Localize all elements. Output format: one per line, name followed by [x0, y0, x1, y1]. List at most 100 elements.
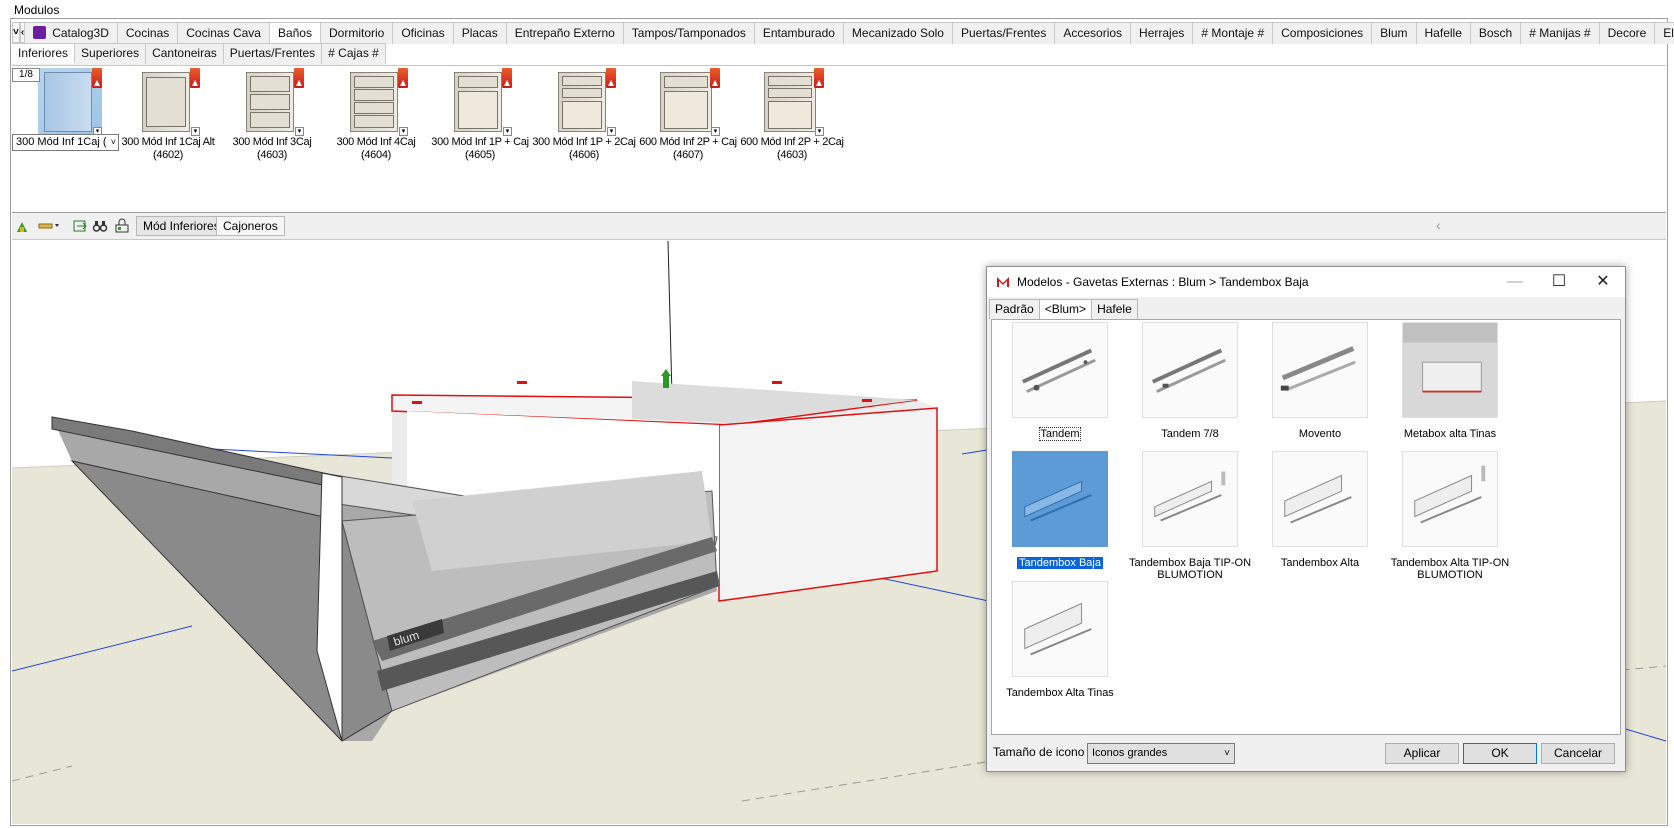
tab-catalog3d[interactable]: Catalog3D — [25, 22, 118, 44]
metabox-drawer-image — [1402, 322, 1498, 418]
list-item[interactable]: Tandem 7/8 — [1126, 322, 1254, 440]
module-thumbnail[interactable]: ▾ 300 Mód Inf 1P + Caj (4605) — [428, 68, 532, 162]
brand-flag-icon — [502, 68, 512, 88]
module-preview-image: ▾ — [448, 68, 512, 136]
catalog-cube-icon — [33, 26, 47, 39]
cancel-button[interactable]: Cancelar — [1541, 743, 1615, 764]
tab-composiciones[interactable]: Composiciones — [1273, 22, 1373, 44]
drawer-runner-image — [1142, 322, 1238, 418]
minimize-button[interactable]: — — [1493, 267, 1537, 297]
export-icon[interactable] — [72, 218, 88, 234]
tab-padrao[interactable]: Padrão — [989, 299, 1040, 319]
chevron-left-icon[interactable]: ‹ — [1436, 217, 1441, 233]
tab-accesorios[interactable]: Accesorios — [1055, 22, 1132, 44]
tabs-menu-button[interactable]: ˅ — [12, 22, 20, 43]
tandembox-image — [1012, 451, 1108, 547]
dialog-title: Modelos - Gavetas Externas : Blum > Tand… — [1017, 275, 1309, 289]
module-preview-image: ▾ — [656, 68, 720, 136]
brand-flag-icon — [606, 68, 616, 88]
module-preview-image: ▾ — [760, 68, 824, 136]
tab-placas[interactable]: Placas — [453, 22, 507, 44]
subtab-puertas-frentes[interactable]: Puertas/Frentes — [223, 43, 323, 64]
chevron-down-icon: ˅ — [110, 137, 116, 147]
app-logo-icon — [997, 277, 1009, 287]
dialog-titlebar: Modelos - Gavetas Externas : Blum > Tand… — [987, 267, 1625, 297]
insert-module-icon[interactable] — [14, 218, 30, 234]
module-label: 300 Mód Inf 3Caj (4603) — [232, 136, 312, 161]
download-icon[interactable]: ▾ — [711, 127, 720, 136]
icon-size-label: Tamaño de icono — [993, 745, 1085, 759]
module-thumbnail[interactable]: ▾ 300 Mód Inf 3Caj (4603) — [220, 68, 324, 162]
module-preview-image: ▾ — [552, 68, 616, 136]
download-icon[interactable]: ▾ — [191, 127, 200, 136]
subtab-cajas[interactable]: # Cajas # — [322, 43, 386, 64]
category-tabbar: Inferiores Superiores Cantoneiras Puerta… — [12, 43, 386, 65]
close-button[interactable]: ✕ — [1581, 267, 1625, 297]
subtab-cantoneiras[interactable]: Cantoneiras — [146, 43, 224, 64]
module-thumbnail[interactable]: ▾ 600 Mód Inf 2P + Caj (4607) — [636, 68, 740, 162]
tab-montaje[interactable]: # Montaje # — [1193, 22, 1274, 44]
module-thumbnail[interactable]: ▾ 300 Mód Inf 1Caj Alt (4602) — [116, 68, 220, 162]
module-thumbnail[interactable]: ▾ 300 Mód Inf 4Caj (4604) — [324, 68, 428, 162]
tab-decore[interactable]: Decore — [1599, 22, 1656, 44]
tab-hafelle[interactable]: Hafelle — [1416, 22, 1471, 44]
list-item[interactable]: Tandem — [996, 322, 1124, 441]
module-label: 600 Mód Inf 2P + 2Caj (4603) — [740, 136, 844, 161]
download-icon[interactable]: ▾ — [815, 127, 824, 136]
models-dialog: Modelos - Gavetas Externas : Blum > Tand… — [986, 266, 1626, 772]
module-select[interactable]: 300 Mód Inf 1Caj (˅ — [12, 134, 119, 151]
list-item[interactable]: Tandembox Baja — [996, 451, 1124, 569]
download-icon[interactable]: ▾ — [503, 127, 512, 136]
list-item[interactable]: Movento — [1256, 322, 1384, 440]
download-icon[interactable]: ▾ — [295, 127, 304, 136]
tab-mecanizado-solo[interactable]: Mecanizado Solo — [843, 22, 953, 44]
maximize-button[interactable]: ☐ — [1537, 267, 1581, 297]
measure-dropdown-icon[interactable] — [38, 218, 62, 234]
tab-mod-inferiores[interactable]: Mód Inferiores — [136, 216, 227, 236]
ok-button[interactable]: OK — [1463, 743, 1537, 764]
lock-module-icon[interactable] — [114, 218, 130, 234]
tab-bosch[interactable]: Bosch — [1470, 22, 1522, 44]
list-item[interactable]: Tandembox Alta — [1256, 451, 1384, 569]
brand-flag-icon — [814, 68, 824, 88]
tab-cocinas[interactable]: Cocinas — [117, 22, 179, 44]
module-label: 300 Mód Inf 1Caj Alt (4602) — [121, 136, 215, 161]
apply-button[interactable]: Aplicar — [1385, 743, 1459, 764]
brand-flag-icon — [398, 68, 408, 88]
subtab-superiores[interactable]: Superiores — [75, 43, 147, 64]
module-preview-image: ▾ — [344, 68, 408, 136]
download-icon[interactable]: ▾ — [399, 127, 408, 136]
dialog-tabbar: Padrão <Blum> Hafele — [989, 299, 1138, 320]
download-icon[interactable]: ▾ — [607, 127, 616, 136]
library-tabbar: ˅ ‹ Catalog3D Cocinas Cocinas Cava Baños… — [12, 22, 1674, 44]
tab-cajoneros[interactable]: Cajoneros — [216, 216, 285, 236]
module-thumbnail[interactable]: ▾ 600 Mód Inf 2P + 2Caj (4603) — [740, 68, 844, 162]
tab-oficinas[interactable]: Oficinas — [393, 22, 454, 44]
list-item[interactable]: Tandembox Alta Tinas — [996, 581, 1124, 699]
tab-blum[interactable]: Blum — [1372, 22, 1417, 44]
tab-blum[interactable]: <Blum> — [1038, 299, 1093, 320]
viewport-toolbar: Mód Inferiores Cajoneros ‹ — [12, 213, 1666, 240]
binoculars-icon[interactable] — [92, 218, 108, 234]
tab-manijas[interactable]: # Manijas # — [1521, 22, 1600, 44]
module-label: 300 Mód Inf 4Caj (4604) — [336, 136, 416, 161]
tab-herrajes[interactable]: Herrajes — [1131, 22, 1194, 44]
list-item[interactable]: Tandembox Alta TIP-ON BLUMOTION — [1386, 451, 1514, 581]
module-label: 300 Mód Inf 1P + Caj (4605) — [431, 136, 529, 161]
module-thumbnail[interactable]: ▾ 300 Mód Inf 1P + 2Caj (4606) — [532, 68, 636, 162]
icon-size-select[interactable]: Iconos grandes ˅ — [1087, 743, 1235, 764]
tab-electrolux[interactable]: Electrolux — [1655, 22, 1674, 44]
tab-entrepano-externo[interactable]: Entrepaño Externo — [506, 22, 624, 44]
subtab-inferiores[interactable]: Inferiores — [12, 43, 76, 64]
drawer-runner-image — [1272, 322, 1368, 418]
list-item[interactable]: Metabox alta Tinas — [1386, 322, 1514, 440]
tab-hafele[interactable]: Hafele — [1091, 299, 1138, 319]
tab-puertas-frentes[interactable]: Puertas/Frentes — [952, 22, 1056, 44]
tab-banos[interactable]: Baños — [269, 22, 321, 44]
tab-cocinas-cava[interactable]: Cocinas Cava — [178, 22, 270, 44]
tab-dormitorio[interactable]: Dormitorio — [320, 22, 394, 44]
list-item[interactable]: Tandembox Baja TIP-ON BLUMOTION — [1126, 451, 1254, 581]
tab-tampos-tamponados[interactable]: Tampos/Tamponados — [623, 22, 755, 44]
module-preview-image: ▾ — [136, 68, 200, 136]
tab-entamburado[interactable]: Entamburado — [754, 22, 844, 44]
